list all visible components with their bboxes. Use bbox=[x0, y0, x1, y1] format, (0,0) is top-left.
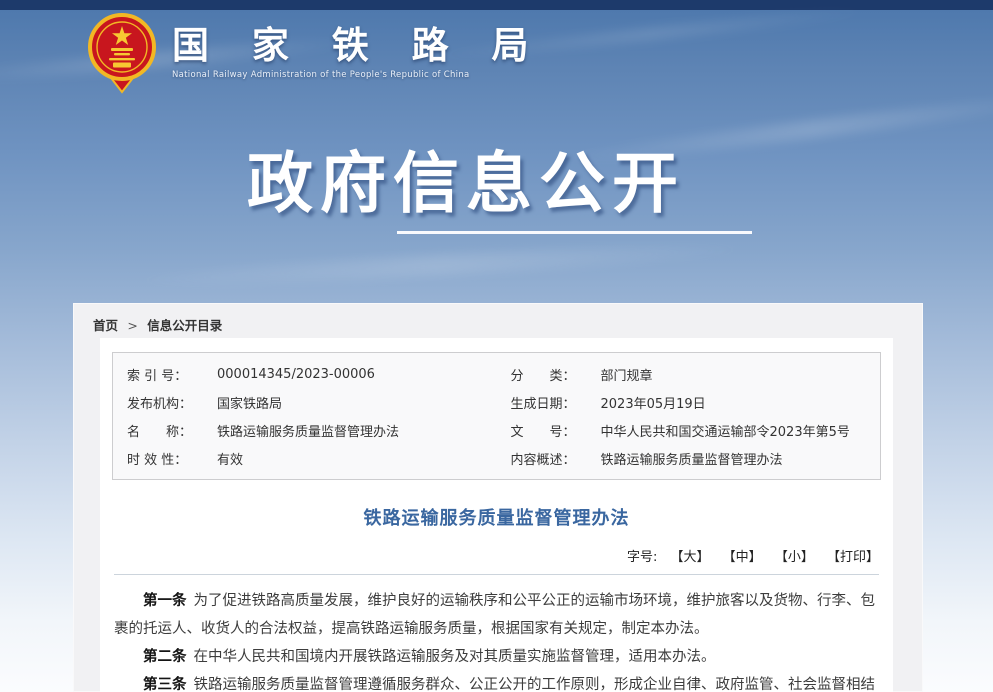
meta-value: 2023年05月19日 bbox=[601, 393, 706, 412]
meta-cell-document-number: 文 号： 中华人民共和国交通运输部令2023年第5号 bbox=[497, 421, 881, 440]
article-clause-term: 第二条 bbox=[143, 649, 187, 665]
meta-label: 时 效 性： bbox=[127, 449, 217, 468]
cloud-streak bbox=[120, 238, 760, 291]
breadcrumb-current-link[interactable]: 信息公开目录 bbox=[147, 318, 222, 333]
meta-value: 有效 bbox=[217, 449, 243, 468]
meta-value: 铁路运输服务质量监督管理办法 bbox=[601, 449, 783, 468]
article-clause-text: 为了促进铁路高质量发展，维护良好的运输秩序和公平公正的运输市场环境，维护旅客以及… bbox=[114, 593, 875, 637]
breadcrumb-separator: > bbox=[127, 318, 137, 333]
meta-cell-issuing-agency: 发布机构： 国家铁路局 bbox=[113, 393, 497, 412]
article-paragraph: 第三条铁路运输服务质量监督管理遵循服务群众、公正公开的工作原则，形成企业自律、政… bbox=[114, 671, 879, 692]
print-button[interactable]: 【打印】 bbox=[827, 550, 879, 565]
article-clause-text: 在中华人民共和国境内开展铁路运输服务及对其质量实施监督管理，适用本办法。 bbox=[194, 649, 716, 665]
top-navy-strip bbox=[0, 0, 993, 10]
org-name-zh: 国 家 铁 路 局 bbox=[172, 26, 544, 67]
china-national-emblem-icon bbox=[86, 12, 158, 94]
content-panel: 首页 > 信息公开目录 索 引 号： 000014345/2023-00006 … bbox=[73, 303, 923, 692]
article-clause-term: 第三条 bbox=[143, 677, 187, 692]
article-clause-text: 铁路运输服务质量监督管理遵循服务群众、公正公开的工作原则，形成企业自律、政府监管… bbox=[114, 677, 875, 692]
banner-title: 政府信息公开 bbox=[247, 130, 685, 226]
meta-label: 索 引 号： bbox=[127, 365, 217, 384]
meta-label: 内容概述： bbox=[511, 449, 601, 468]
article-paragraph: 第二条在中华人民共和国境内开展铁路运输服务及对其质量实施监督管理，适用本办法。 bbox=[114, 643, 879, 671]
font-size-toolbar: 字号: 【大】 【中】 【小】 【打印】 bbox=[100, 546, 879, 565]
meta-label: 发布机构： bbox=[127, 393, 217, 412]
document-title: 铁路运输服务质量监督管理办法 bbox=[100, 504, 893, 530]
meta-value: 铁路运输服务质量监督管理办法 bbox=[217, 421, 399, 440]
font-size-label: 字号: bbox=[627, 550, 657, 565]
page: 国 家 铁 路 局 National Railway Administratio… bbox=[0, 0, 993, 692]
meta-label: 文 号： bbox=[511, 421, 601, 440]
breadcrumb: 首页 > 信息公开目录 bbox=[73, 303, 923, 334]
org-name-en: National Railway Administration of the P… bbox=[172, 70, 544, 80]
meta-cell-title: 名 称： 铁路运输服务质量监督管理办法 bbox=[113, 421, 497, 440]
org-name-block: 国 家 铁 路 局 National Railway Administratio… bbox=[172, 12, 544, 80]
banner-underline bbox=[397, 231, 752, 234]
meta-value: 国家铁路局 bbox=[217, 393, 282, 412]
font-size-medium-button[interactable]: 【中】 bbox=[723, 550, 762, 565]
article-clause-term: 第一条 bbox=[143, 593, 187, 609]
meta-value: 中华人民共和国交通运输部令2023年第5号 bbox=[601, 421, 850, 440]
meta-label: 分 类： bbox=[511, 365, 601, 384]
breadcrumb-home-link[interactable]: 首页 bbox=[93, 318, 118, 333]
meta-cell-category: 分 类： 部门规章 bbox=[497, 365, 881, 384]
meta-value: 部门规章 bbox=[601, 365, 653, 384]
meta-row: 发布机构： 国家铁路局 生成日期： 2023年05月19日 bbox=[113, 388, 880, 416]
meta-row: 名 称： 铁路运输服务质量监督管理办法 文 号： 中华人民共和国交通运输部令20… bbox=[113, 416, 880, 444]
meta-row: 时 效 性： 有效 内容概述： 铁路运输服务质量监督管理办法 bbox=[113, 444, 880, 472]
meta-cell-validity: 时 效 性： 有效 bbox=[113, 449, 497, 468]
meta-row: 索 引 号： 000014345/2023-00006 分 类： 部门规章 bbox=[113, 360, 880, 388]
meta-table: 索 引 号： 000014345/2023-00006 分 类： 部门规章 发布… bbox=[112, 352, 881, 480]
site-header-home-link[interactable]: 国 家 铁 路 局 National Railway Administratio… bbox=[86, 12, 544, 94]
meta-label: 名 称： bbox=[127, 421, 217, 440]
font-size-large-button[interactable]: 【大】 bbox=[671, 550, 710, 565]
article-body: 第一条为了促进铁路高质量发展，维护良好的运输秩序和公平公正的运输市场环境，维护旅… bbox=[114, 587, 879, 692]
font-size-small-button[interactable]: 【小】 bbox=[775, 550, 814, 565]
content-divider bbox=[114, 574, 879, 575]
article-paragraph: 第一条为了促进铁路高质量发展，维护良好的运输秩序和公平公正的运输市场环境，维护旅… bbox=[114, 587, 879, 643]
meta-cell-summary: 内容概述： 铁路运输服务质量监督管理办法 bbox=[497, 449, 881, 468]
meta-cell-date: 生成日期： 2023年05月19日 bbox=[497, 393, 881, 412]
meta-value: 000014345/2023-00006 bbox=[217, 367, 375, 382]
document-sheet: 索 引 号： 000014345/2023-00006 分 类： 部门规章 发布… bbox=[100, 338, 893, 692]
meta-label: 生成日期： bbox=[511, 393, 601, 412]
meta-cell-index-number: 索 引 号： 000014345/2023-00006 bbox=[113, 365, 497, 384]
